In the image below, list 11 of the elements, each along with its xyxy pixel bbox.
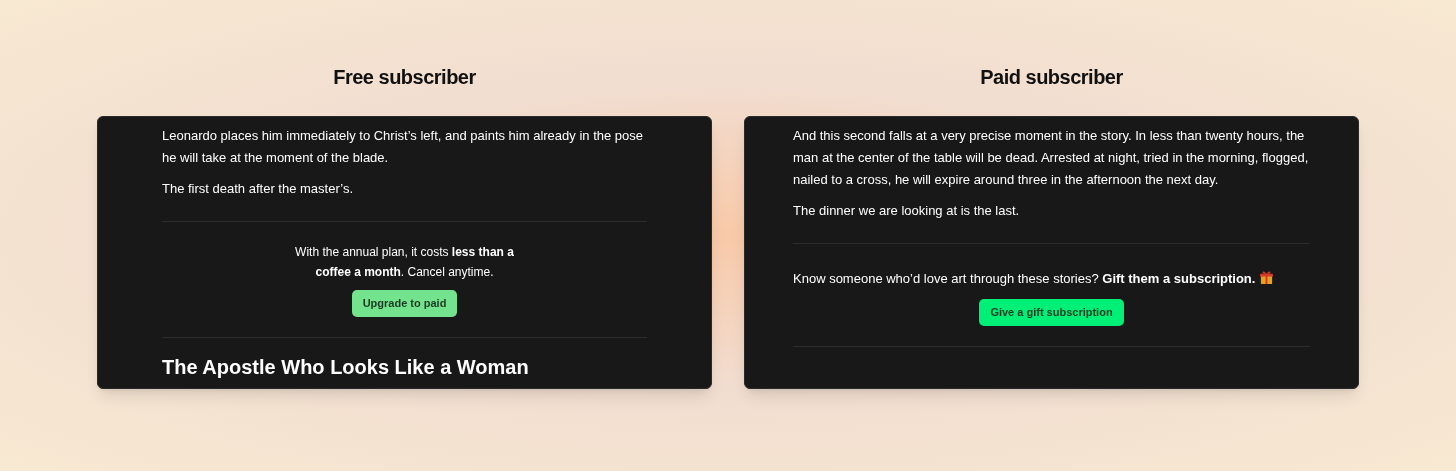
- panel-title: Paid subscriber: [980, 65, 1123, 90]
- cta-button[interactable]: Upgrade to paid: [351, 290, 458, 317]
- paragraph: The dinner we are looking at is the last.: [793, 202, 1021, 220]
- paragraph: And this second falls at a very precise moment in the story. In less than twenty hours, the man at the center of the table will be dead. Arrested at night, tried in the morning, flogged, nailed to a cross, he will expire around three in the afternoon the next day.: [793, 127, 1310, 189]
- paragraph: The first death after the master’s.: [162, 180, 354, 198]
- section-heading: The Apostle Who Looks Like a Woman: [162, 355, 530, 380]
- promo-text: Know someone who’d love art through these stories? Gift them a subscription.: [793, 268, 1310, 290]
- promo-text: With the annual plan, it costs less than a coffee a month. Cancel anytime.: [294, 244, 515, 281]
- panel-title: Free subscriber: [333, 65, 476, 90]
- cta-button[interactable]: Give a gift subscription: [979, 299, 1124, 326]
- paragraph: Leonardo places him immediately to Christ’s left, and paints him already in the pose he will take at the moment of the blade.: [162, 127, 644, 167]
